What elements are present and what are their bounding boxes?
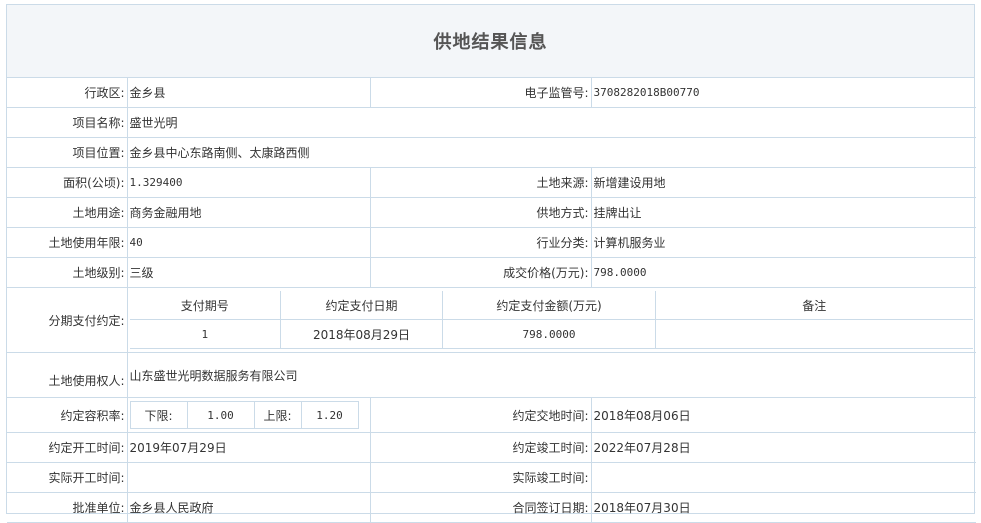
start-value: 2019年07月29日 xyxy=(126,432,371,463)
industry-value: 计算机服务业 xyxy=(590,227,976,258)
installment-date: 2018年08月29日 xyxy=(280,319,443,349)
row-project-name: 项目名称: 盛世光明 xyxy=(7,107,976,138)
use-years-value: 40 xyxy=(126,227,371,258)
use-years-label: 土地使用年限: xyxy=(7,227,128,258)
row-land-user: 土地使用权人: 山东盛世光明数据服务有限公司 xyxy=(7,352,976,398)
row-district: 行政区: 金乡县 电子监管号: 3708282018B00770 xyxy=(7,78,976,108)
row-area: 面积(公顷): 1.329400 土地来源: 新增建设用地 xyxy=(7,167,976,198)
project-location-label: 项目位置: xyxy=(7,137,128,168)
land-use-label: 土地用途: xyxy=(7,197,128,228)
delivery-value: 2018年08月06日 xyxy=(590,397,976,433)
land-user-label: 土地使用权人: xyxy=(7,352,128,398)
land-grade-label: 土地级别: xyxy=(7,257,128,288)
row-use-years: 土地使用年限: 40 行业分类: 计算机服务业 xyxy=(7,227,976,258)
district-label: 行政区: xyxy=(7,78,128,108)
area-value: 1.329400 xyxy=(126,167,371,198)
installment-header-date: 约定支付日期 xyxy=(280,291,443,320)
actual-completion-label: 实际竣工时间: xyxy=(369,462,592,493)
far-label: 约定容积率: xyxy=(7,397,128,433)
far-lower-value: 1.00 xyxy=(188,402,255,428)
actual-start-label: 实际开工时间: xyxy=(7,462,128,493)
row-project-location: 项目位置: 金乡县中心东路南侧、太康路西侧 xyxy=(7,137,976,168)
installment-table: 支付期号 约定支付日期 约定支付金额(万元) 备注 1 2018年08月29日 … xyxy=(129,291,973,349)
project-name-value: 盛世光明 xyxy=(126,107,976,138)
info-table: 行政区: 金乡县 电子监管号: 3708282018B00770 项目名称: 盛… xyxy=(7,78,976,523)
delivery-label: 约定交地时间: xyxy=(369,397,592,433)
district-value: 金乡县 xyxy=(126,78,371,108)
row-start: 约定开工时间: 2019年07月29日 约定竣工时间: 2022年07月28日 xyxy=(7,432,976,463)
start-label: 约定开工时间: xyxy=(7,432,128,463)
land-user-value: 山东盛世光明数据服务有限公司 xyxy=(126,352,976,398)
installment-period: 1 xyxy=(129,319,281,349)
row-installments: 分期支付约定: 支付期号 约定支付日期 约定支付金额(万元) 备注 1 2018… xyxy=(7,287,976,353)
contract-date-value: 2018年07月30日 xyxy=(590,492,976,523)
price-value: 798.0000 xyxy=(590,257,976,288)
contract-date-label: 合同签订日期: xyxy=(369,492,592,523)
far-upper-label: 上限: xyxy=(255,402,302,428)
installment-label: 分期支付约定: xyxy=(7,287,128,353)
approver-label: 批准单位: xyxy=(7,492,128,523)
project-location-value: 金乡县中心东路南侧、太康路西侧 xyxy=(126,137,976,168)
industry-label: 行业分类: xyxy=(369,227,592,258)
far-upper-value: 1.20 xyxy=(316,408,343,422)
far-range: 下限: 1.00 上限: 1.20 xyxy=(129,401,359,429)
actual-start-value xyxy=(126,462,371,493)
result-panel: 供地结果信息 行政区: 金乡县 电子监管号: 3708282018B00770 … xyxy=(6,4,976,523)
page-title: 供地结果信息 xyxy=(7,5,974,78)
far-cell: 下限: 1.00 上限: 1.20 xyxy=(126,397,371,433)
installment-cell: 支付期号 约定支付日期 约定支付金额(万元) 备注 1 2018年08月29日 … xyxy=(126,287,976,353)
price-label: 成交价格(万元): xyxy=(369,257,592,288)
installment-header-note: 备注 xyxy=(655,291,973,320)
supervision-label: 电子监管号: xyxy=(369,78,592,108)
completion-value: 2022年07月28日 xyxy=(590,432,976,463)
installment-note xyxy=(655,319,973,349)
installment-header-amount: 约定支付金额(万元) xyxy=(442,291,656,320)
land-grade-value: 三级 xyxy=(126,257,371,288)
approver-value: 金乡县人民政府 xyxy=(126,492,371,523)
row-far: 约定容积率: 下限: 1.00 上限: 1.20 约定交地时间: 2018年08… xyxy=(7,397,976,433)
table-row: 1 2018年08月29日 798.0000 xyxy=(129,319,973,349)
completion-label: 约定竣工时间: xyxy=(369,432,592,463)
row-land-use: 土地用途: 商务金融用地 供地方式: 挂牌出让 xyxy=(7,197,976,228)
row-actual: 实际开工时间: 实际竣工时间: xyxy=(7,462,976,493)
installment-amount: 798.0000 xyxy=(442,319,656,349)
row-approver: 批准单位: 金乡县人民政府 合同签订日期: 2018年07月30日 xyxy=(7,492,976,523)
installment-header-row: 支付期号 约定支付日期 约定支付金额(万元) 备注 xyxy=(129,291,973,320)
land-use-value: 商务金融用地 xyxy=(126,197,371,228)
actual-completion-value xyxy=(590,462,976,493)
supply-method-label: 供地方式: xyxy=(369,197,592,228)
supply-method-value: 挂牌出让 xyxy=(590,197,976,228)
land-source-value: 新增建设用地 xyxy=(590,167,976,198)
area-label: 面积(公顷): xyxy=(7,167,128,198)
row-land-grade: 土地级别: 三级 成交价格(万元): 798.0000 xyxy=(7,257,976,288)
land-source-label: 土地来源: xyxy=(369,167,592,198)
far-lower-label: 下限: xyxy=(131,402,188,428)
supervision-value: 3708282018B00770 xyxy=(590,78,976,108)
project-name-label: 项目名称: xyxy=(7,107,128,138)
installment-header-period: 支付期号 xyxy=(129,291,281,320)
